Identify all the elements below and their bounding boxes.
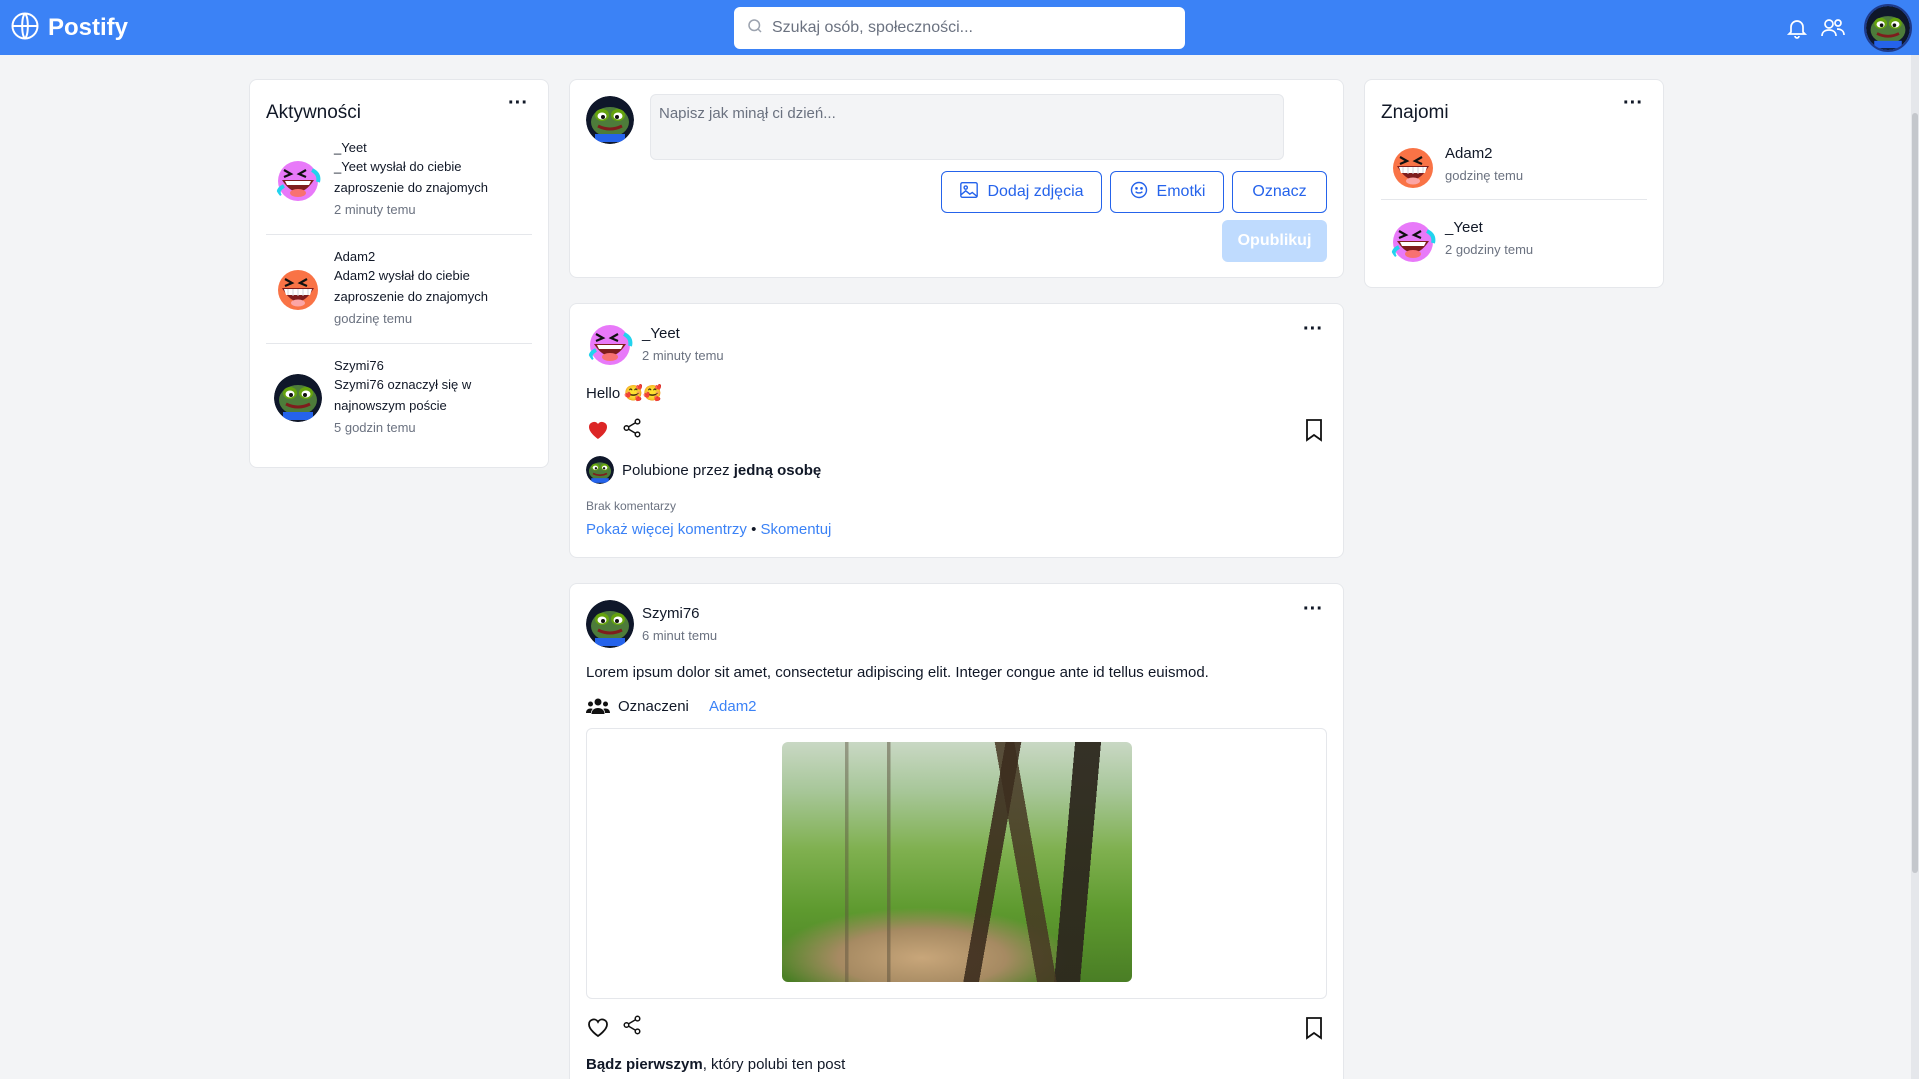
post-avatar[interactable] xyxy=(586,600,634,648)
search-input[interactable] xyxy=(772,19,1172,37)
activity-name: Szymi76 xyxy=(334,358,384,373)
share-icon[interactable] xyxy=(621,1014,643,1041)
activity-item[interactable]: _Yeet _Yeet wysłał do ciebie zaproszenie… xyxy=(266,140,532,240)
publish-button[interactable]: Opublikuj xyxy=(1222,220,1327,262)
users-icon xyxy=(586,696,610,721)
post-avatar[interactable] xyxy=(586,320,634,368)
top-navbar: Postify xyxy=(0,0,1919,55)
page-scrollbar[interactable] xyxy=(1911,55,1919,1079)
tagged-user-link[interactable]: Adam2 xyxy=(709,698,757,715)
post-text: Lorem ipsum dolor sit amet, consectetur … xyxy=(586,664,1209,681)
friends-card: Znajomi ··· Adam2 godzinę temu _Yeet 2 g… xyxy=(1364,79,1664,288)
composer-card: Dodaj zdjęcia Emotki Oznacz Opublikuj xyxy=(569,79,1344,278)
emotes-button[interactable]: Emotki xyxy=(1110,171,1224,213)
post-author[interactable]: _Yeet xyxy=(642,325,680,342)
post-image-frame xyxy=(586,728,1327,999)
post-photo[interactable] xyxy=(782,742,1132,982)
activity-text: _Yeet wysłał do ciebie zaproszenie do zn… xyxy=(334,159,488,195)
add-photos-button[interactable]: Dodaj zdjęcia xyxy=(941,171,1102,213)
post-card: _Yeet 2 minuty temu ··· Hello 🥰🥰 Polubio… xyxy=(569,303,1344,558)
heart-outline-icon[interactable] xyxy=(586,1016,610,1043)
search-icon xyxy=(746,17,764,40)
globe-icon xyxy=(10,11,40,46)
activity-item[interactable]: Szymi76 Szymi76 oznaczył się w najnowszy… xyxy=(266,358,532,458)
activity-time: 2 minuty temu xyxy=(334,202,416,217)
divider xyxy=(1381,199,1647,200)
liked-by-count[interactable]: jedną osobę xyxy=(734,462,822,479)
friend-item[interactable]: _Yeet 2 godziny temu xyxy=(1381,211,1647,271)
activity-avatar xyxy=(274,374,322,422)
show-more-comments-link[interactable]: Pokaż więcej komentrzy xyxy=(586,521,747,538)
activities-card: Aktywności ··· _Yeet _Yeet wysłał do cie… xyxy=(249,79,549,468)
composer-avatar xyxy=(586,96,634,144)
liked-by-text: Polubione przez jedną osobę xyxy=(622,462,821,479)
user-avatar[interactable] xyxy=(1864,4,1912,52)
activity-name: _Yeet xyxy=(334,140,367,155)
activities-title: Aktywności xyxy=(266,102,362,123)
liker-avatar xyxy=(586,456,614,484)
friend-item[interactable]: Adam2 godzinę temu xyxy=(1381,137,1647,197)
friends-icon[interactable] xyxy=(1819,14,1847,42)
activity-avatar xyxy=(274,265,322,313)
divider xyxy=(266,234,532,235)
friend-avatar xyxy=(1389,143,1437,191)
activity-text: Szymi76 oznaczył się w najnowszym poście xyxy=(334,377,472,413)
post-textarea[interactable] xyxy=(650,94,1284,160)
friend-time: 2 godziny temu xyxy=(1445,242,1534,257)
bookmark-icon[interactable] xyxy=(1303,1016,1325,1045)
activity-avatar xyxy=(274,156,322,204)
be-first-rest: , który polubi ten post xyxy=(702,1056,846,1073)
activity-time: godzinę temu xyxy=(334,311,413,326)
brand-name: Postify xyxy=(48,14,129,41)
friend-name: _Yeet xyxy=(1445,219,1483,236)
post-menu-icon[interactable]: ··· xyxy=(1303,319,1323,339)
activity-text: Adam2 wysłał do ciebie zaproszenie do zn… xyxy=(334,268,488,304)
smile-icon xyxy=(1129,180,1149,205)
bell-icon[interactable] xyxy=(1783,14,1811,42)
friend-name: Adam2 xyxy=(1445,145,1493,162)
scrollbar-thumb[interactable] xyxy=(1912,113,1918,873)
post-author[interactable]: Szymi76 xyxy=(642,605,700,622)
be-first-bold: Bądz pierwszym xyxy=(586,1056,703,1073)
friend-time: godzinę temu xyxy=(1445,168,1524,183)
image-icon xyxy=(959,181,979,204)
divider xyxy=(266,343,532,344)
no-comments-text: Brak komentarzy xyxy=(586,499,677,513)
separator: • xyxy=(751,521,757,538)
friends-title: Znajomi xyxy=(1381,102,1449,123)
tag-label: Oznacz xyxy=(1252,183,1307,200)
friend-avatar xyxy=(1389,217,1437,265)
liked-by-prefix: Polubione przez xyxy=(622,462,730,479)
post-text: Hello 🥰🥰 xyxy=(586,385,662,402)
friends-menu-icon[interactable]: ··· xyxy=(1623,93,1643,113)
brand-logo[interactable]: Postify xyxy=(10,12,128,44)
tagged-label: Oznaczeni xyxy=(618,698,689,715)
post-card: Szymi76 6 minut temu ··· Lorem ipsum dol… xyxy=(569,583,1344,1079)
tag-button[interactable]: Oznacz xyxy=(1232,171,1327,213)
add-photos-label: Dodaj zdjęcia xyxy=(987,183,1084,200)
emotes-label: Emotki xyxy=(1156,183,1206,200)
search-bar xyxy=(734,7,1185,49)
heart-filled-icon[interactable] xyxy=(586,418,610,445)
activities-menu-icon[interactable]: ··· xyxy=(508,93,528,113)
comment-link[interactable]: Skomentuj xyxy=(761,521,832,538)
post-time: 6 minut temu xyxy=(642,628,718,643)
activity-time: 5 godzin temu xyxy=(334,420,416,435)
share-icon[interactable] xyxy=(621,417,643,444)
post-time: 2 minuty temu xyxy=(642,348,724,363)
activity-name: Adam2 xyxy=(334,249,376,264)
activity-item[interactable]: Adam2 Adam2 wysłał do ciebie zaproszenie… xyxy=(266,249,532,349)
bookmark-icon[interactable] xyxy=(1303,418,1325,447)
post-menu-icon[interactable]: ··· xyxy=(1303,599,1323,619)
comment-links: Pokaż więcej komentrzy • Skomentuj xyxy=(586,521,831,538)
be-first-text: Bądz pierwszym, który polubi ten post xyxy=(586,1056,845,1073)
